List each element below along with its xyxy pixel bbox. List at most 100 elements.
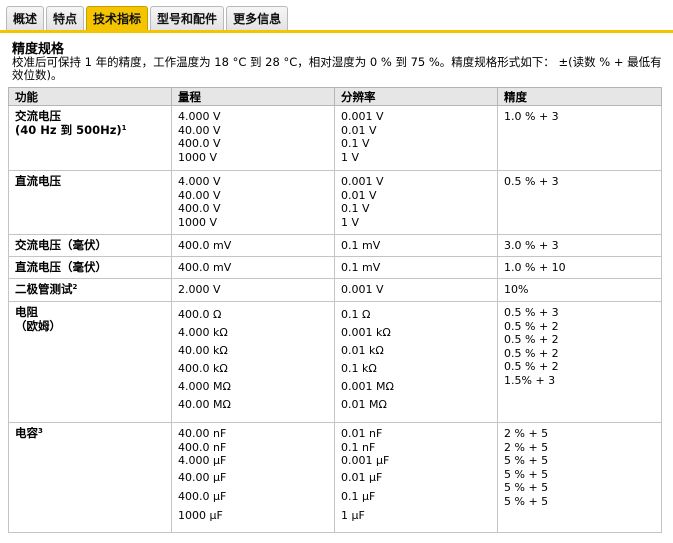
range-cell: 4.000 V 40.00 V 400.0 V 1000 V <box>171 105 335 171</box>
tab-specifications[interactable]: 技术指标 <box>86 6 149 31</box>
table-row: 直流电压（毫伏） 400.0 mV 0.1 mV 1.0 % + 10 <box>8 256 662 279</box>
function-sublabel: (40 Hz 到 500Hz) <box>15 122 122 137</box>
accuracy-value: 0.5 % + 2 <box>504 319 559 333</box>
accuracy-value: 1.0 % + 10 <box>504 261 566 274</box>
range-value: 40.00 μF <box>178 470 227 484</box>
tab-bar: 概述 特点 技术指标 型号和配件 更多信息 <box>6 4 289 31</box>
resolution-cell: 0.1 mV <box>334 256 498 279</box>
accuracy-cell: 3.0 % + 3 <box>497 234 662 257</box>
resolution-value: 0.1 mV <box>341 261 381 274</box>
function-label: 直流电压（毫伏） <box>15 260 107 274</box>
function-cell: 直流电压 <box>8 170 172 235</box>
accuracy-value: 0.5 % + 3 <box>504 306 559 319</box>
accuracy-value: 1.0 % + 3 <box>504 110 559 123</box>
resolution-value: 0.001 kΩ <box>341 326 391 339</box>
resolution-cell: 0.1 mV <box>334 234 498 257</box>
range-value: 1000 V <box>178 215 218 229</box>
resolution-value: 1 V <box>341 150 360 164</box>
table-row: 电容3 40.00 nF 400.0 nF 4.000 μF 40.00 μF … <box>8 422 662 533</box>
table-row: 交流电压 (40 Hz 到 500Hz)1 4.000 V 40.00 V 40… <box>8 105 662 171</box>
resolution-value: 0.01 nF <box>341 427 383 440</box>
range-value: 40.00 kΩ <box>178 344 228 357</box>
range-cell: 40.00 nF 400.0 nF 4.000 μF 40.00 μF 400.… <box>171 422 335 533</box>
resolution-value: 0.001 V <box>341 283 384 296</box>
range-value: 2.000 V <box>178 283 221 296</box>
resolution-value: 0.1 Ω <box>341 308 371 321</box>
range-value: 40.00 MΩ <box>178 398 231 411</box>
resolution-cell: 0.001 V 0.01 V 0.1 V 1 V <box>334 170 498 235</box>
header-resolution: 分辨率 <box>334 87 498 106</box>
footnote-marker: 3 <box>38 427 43 435</box>
resolution-value: 0.1 nF <box>341 440 376 454</box>
range-value: 4.000 kΩ <box>178 326 228 339</box>
table-row: 电阻 （欧姆） 400.0 Ω 4.000 kΩ 40.00 kΩ 400.0 … <box>8 301 662 423</box>
resolution-value: 0.001 μF <box>341 454 390 468</box>
accuracy-value: 5 % + 5 <box>504 467 549 481</box>
range-value: 400.0 mV <box>178 239 232 252</box>
range-cell: 400.0 mV <box>171 234 335 257</box>
function-cell: 二极管测试2 <box>8 278 172 302</box>
accuracy-value: 1.5% + 3 <box>504 373 556 387</box>
tab-more-info[interactable]: 更多信息 <box>226 6 289 31</box>
range-value: 4.000 μF <box>178 454 227 468</box>
accuracy-value: 2 % + 5 <box>504 427 549 440</box>
range-value: 400.0 V <box>178 137 221 151</box>
resolution-cell: 0.001 V 0.01 V 0.1 V 1 V <box>334 105 498 171</box>
accuracy-value: 5 % + 5 <box>504 454 549 468</box>
range-cell: 400.0 mV <box>171 256 335 279</box>
resolution-value: 1 V <box>341 215 360 229</box>
function-label: 交流电压（毫伏） <box>15 238 107 252</box>
tab-overview[interactable]: 概述 <box>6 6 45 31</box>
accuracy-cell: 1.0 % + 3 <box>497 105 662 171</box>
accuracy-cell: 1.0 % + 10 <box>497 256 662 279</box>
resolution-value: 0.01 MΩ <box>341 398 387 411</box>
header-accuracy: 精度 <box>497 87 662 106</box>
function-cell: 电阻 （欧姆） <box>8 301 172 423</box>
accuracy-value: 0.5 % + 3 <box>504 175 559 188</box>
accuracy-cell: 2 % + 5 2 % + 5 5 % + 5 5 % + 5 5 % + 5 … <box>497 422 662 533</box>
resolution-value: 0.001 MΩ <box>341 380 394 393</box>
resolution-value: 0.01 V <box>341 123 377 137</box>
header-function: 功能 <box>8 87 172 106</box>
function-label: 电阻 <box>15 305 38 319</box>
resolution-value: 0.1 kΩ <box>341 362 377 375</box>
range-value: 400.0 V <box>178 202 221 216</box>
function-sublabel: （欧姆） <box>15 318 61 333</box>
resolution-cell: 0.001 V <box>334 278 498 302</box>
accuracy-cell: 0.5 % + 3 <box>497 170 662 235</box>
range-value: 4.000 MΩ <box>178 380 231 393</box>
resolution-value: 0.01 V <box>341 188 377 202</box>
function-label: 电容 <box>15 426 38 440</box>
range-value: 400.0 kΩ <box>178 362 228 375</box>
range-value: 40.00 V <box>178 188 221 202</box>
function-label: 直流电压 <box>15 174 61 188</box>
resolution-value: 0.1 μF <box>341 489 376 503</box>
range-cell: 2.000 V <box>171 278 335 302</box>
accuracy-spec-table: 功能 量程 分辨率 精度 交流电压 (40 Hz 到 500Hz)1 4.000… <box>8 87 662 533</box>
accuracy-value: 2 % + 5 <box>504 440 549 454</box>
table-row: 二极管测试2 2.000 V 0.001 V 10% <box>8 278 662 302</box>
function-label: 二极管测试 <box>15 282 73 296</box>
table-header-row: 功能 量程 分辨率 精度 <box>8 87 662 106</box>
range-value: 400.0 nF <box>178 440 227 454</box>
accuracy-value: 3.0 % + 3 <box>504 239 559 252</box>
function-cell: 交流电压（毫伏） <box>8 234 172 257</box>
resolution-value: 0.001 V <box>341 175 384 188</box>
tab-underline <box>0 30 673 33</box>
range-value: 1000 V <box>178 150 218 164</box>
header-range: 量程 <box>171 87 335 106</box>
tab-models-accessories[interactable]: 型号和配件 <box>150 6 225 31</box>
tab-features[interactable]: 特点 <box>46 6 85 31</box>
accuracy-value: 0.5 % + 2 <box>504 346 559 360</box>
function-cell: 电容3 <box>8 422 172 533</box>
accuracy-value: 5 % + 5 <box>504 481 549 495</box>
resolution-value: 0.1 V <box>341 137 370 151</box>
resolution-value: 0.01 kΩ <box>341 344 384 357</box>
range-cell: 400.0 Ω 4.000 kΩ 40.00 kΩ 400.0 kΩ 4.000… <box>171 301 335 423</box>
accuracy-cell: 10% <box>497 278 662 302</box>
resolution-cell: 0.1 Ω 0.001 kΩ 0.01 kΩ 0.1 kΩ 0.001 MΩ 0… <box>334 301 498 423</box>
accuracy-value: 10% <box>504 283 529 296</box>
range-cell: 4.000 V 40.00 V 400.0 V 1000 V <box>171 170 335 235</box>
accuracy-value: 0.5 % + 2 <box>504 360 559 374</box>
resolution-cell: 0.01 nF 0.1 nF 0.001 μF 0.01 μF 0.1 μF 1… <box>334 422 498 533</box>
